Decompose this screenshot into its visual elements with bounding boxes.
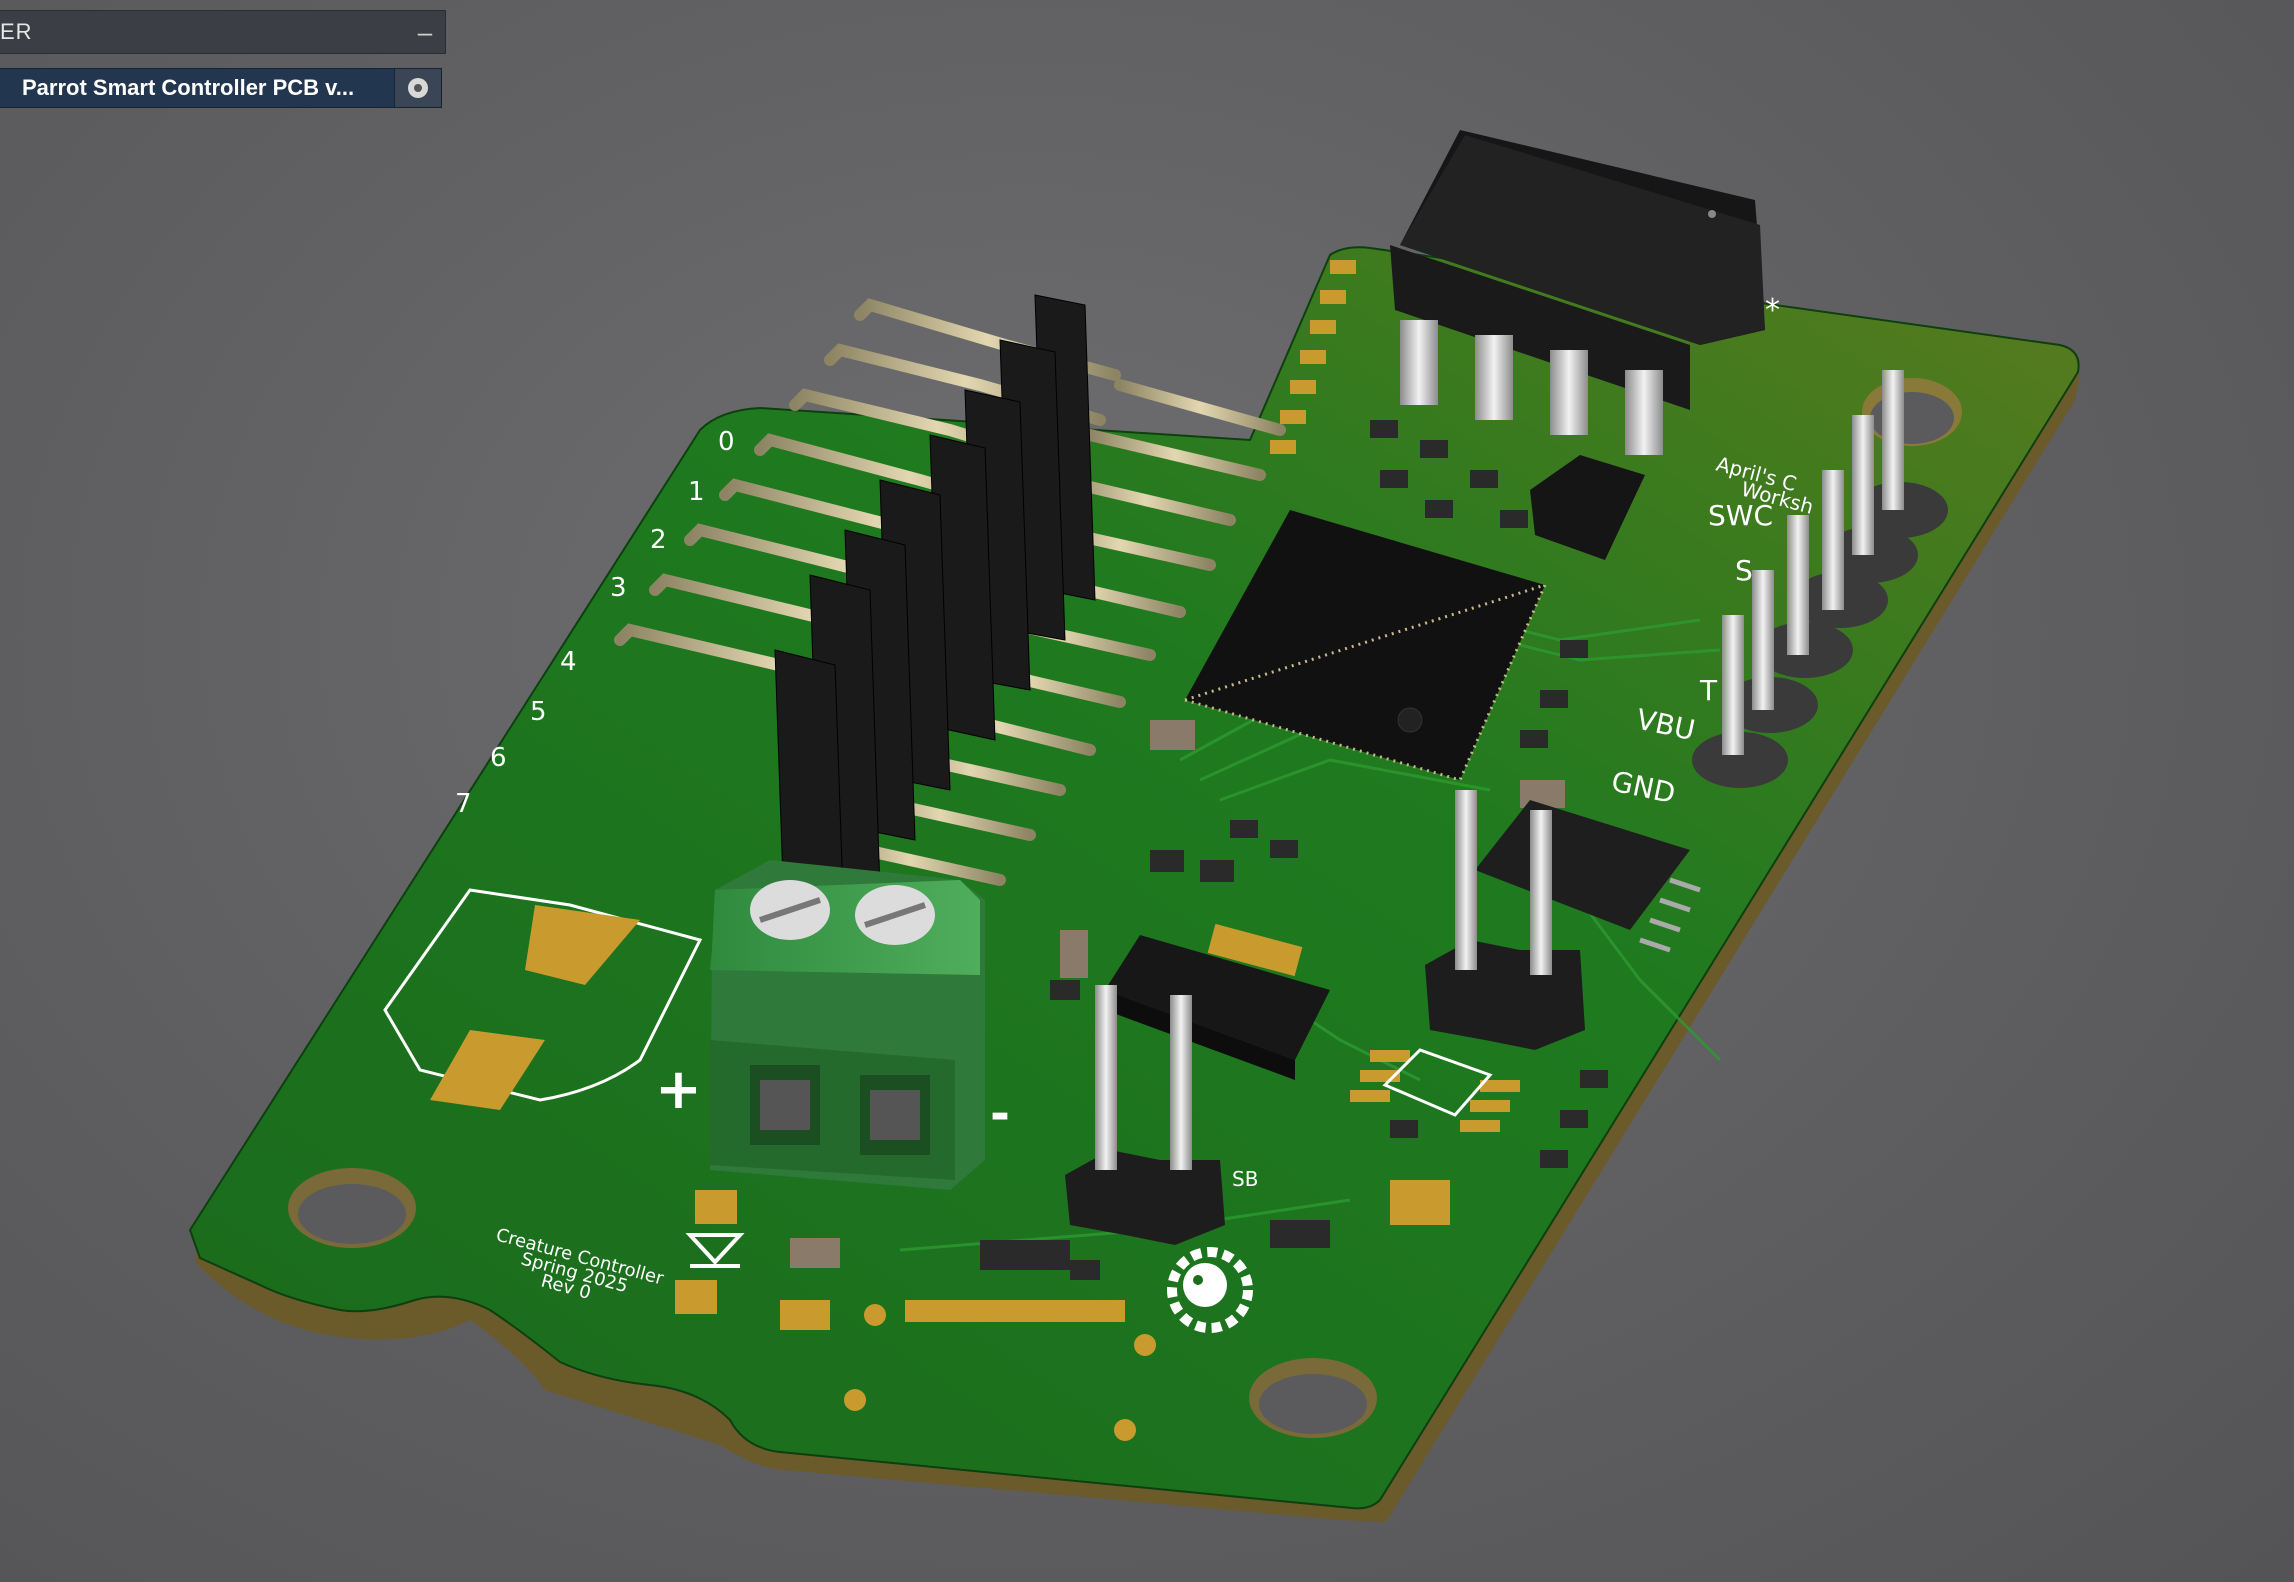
plus-label: + [655,1057,702,1122]
pin-label: 4 [560,647,577,677]
minus-label: - [990,1086,1010,1142]
pin-label: 3 [610,573,627,603]
document-name[interactable]: Parrot Smart Controller PCB v... [0,75,394,101]
pcb-board [188,246,2080,1522]
pin-label: 5 [530,697,547,727]
pin-label: 6 [490,743,507,773]
document-node[interactable]: Parrot Smart Controller PCB v... [0,68,442,108]
usb-label: SB [1232,1167,1258,1191]
header-label: S [1735,554,1753,587]
browser-panel-header: ER – [0,10,446,54]
radio-dot-icon[interactable] [394,69,441,107]
pin-label: 1 [688,477,705,507]
pin-label: 7 [455,789,472,819]
mounting-hole [1259,1374,1367,1434]
minus-icon[interactable]: – [405,12,445,52]
3d-viewport[interactable]: 0 1 2 3 4 5 6 7 SWC S T VBU GND April's … [0,0,2294,1582]
header-label: T [1699,674,1718,707]
browser-panel-title: ER [0,19,33,44]
pin-label: 0 [718,427,735,457]
mounting-hole [298,1184,406,1244]
asterisk-mark: * [1765,293,1780,328]
pin-label: 2 [650,525,667,555]
